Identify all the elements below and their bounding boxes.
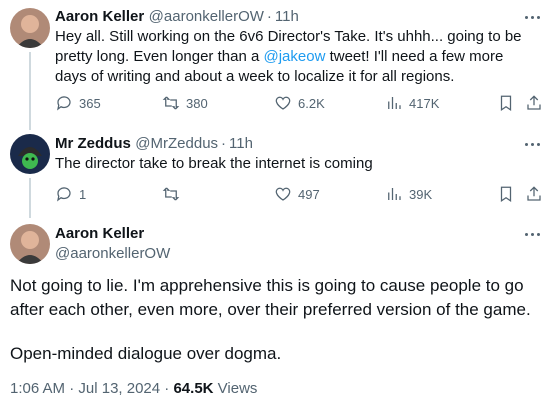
tweet-actions: 365 380 6.2K 417K: [55, 93, 541, 113]
retweet-icon: [162, 96, 180, 110]
more-options-icon[interactable]: [521, 136, 543, 152]
author-handle[interactable]: @aaronkellerOW: [55, 245, 170, 262]
views-label: Views: [217, 380, 258, 397]
author-name[interactable]: Aaron Keller: [55, 225, 144, 242]
like-button[interactable]: 497: [274, 185, 320, 203]
tweet-header: Aaron Keller @aaronkellerOW · 11h: [55, 8, 299, 25]
share-icon: [527, 186, 541, 201]
share-button[interactable]: [525, 185, 549, 203]
more-options-icon[interactable]: [521, 9, 543, 25]
views-icon: [388, 188, 401, 200]
main-tweet-paragraph-1: Not going to lie. I'm apprehensive this …: [10, 276, 531, 319]
mention-link[interactable]: @jakeow: [263, 48, 325, 65]
timestamp[interactable]: 11h: [229, 135, 253, 152]
tweet-text: The director take to break the internet …: [55, 155, 373, 172]
bookmark-button[interactable]: [497, 94, 521, 112]
heart-icon: [275, 187, 291, 201]
views-icon: [388, 97, 401, 109]
views-count: 64.5K: [173, 380, 214, 397]
avatar[interactable]: [10, 8, 50, 48]
heart-icon: [275, 96, 291, 110]
avatar[interactable]: [10, 134, 50, 174]
share-icon: [527, 95, 541, 110]
author-name[interactable]: Aaron Keller: [55, 8, 144, 25]
timestamp[interactable]: 11h: [275, 8, 299, 25]
main-tweet-paragraph-2: Open-minded dialogue over dogma.: [10, 344, 282, 363]
tweet-time[interactable]: 1:06 AM: [10, 380, 65, 397]
bookmark-icon: [500, 186, 512, 202]
views-button[interactable]: 417K: [385, 94, 439, 112]
bookmark-icon: [500, 95, 512, 111]
more-options-icon[interactable]: [521, 226, 543, 242]
share-button[interactable]: [525, 94, 549, 112]
tweet-header: Mr Zeddus @MrZeddus · 11h: [55, 135, 253, 152]
thread-line: [29, 178, 31, 218]
reply-button[interactable]: 1: [55, 185, 86, 203]
avatar[interactable]: [10, 224, 50, 264]
author-handle[interactable]: @MrZeddus: [135, 135, 218, 152]
reply-icon: [57, 187, 71, 202]
views-button[interactable]: 39K: [385, 185, 432, 203]
tweet-meta: 1:06 AM · Jul 13, 2024 · 64.5K Views: [10, 380, 258, 397]
bookmark-button[interactable]: [497, 185, 521, 203]
reply-button[interactable]: 365: [55, 94, 101, 112]
author-name[interactable]: Mr Zeddus: [55, 135, 131, 152]
reply-icon: [57, 96, 71, 111]
thread-line: [29, 52, 31, 130]
retweet-icon: [162, 187, 180, 201]
tweet-text: Hey all. Still working on the 6v6 Direct…: [55, 28, 522, 85]
retweet-button[interactable]: 380: [162, 94, 208, 112]
tweet-actions: 1 497 39K: [55, 184, 541, 204]
author-handle[interactable]: @aaronkellerOW: [149, 8, 264, 25]
like-button[interactable]: 6.2K: [274, 94, 325, 112]
tweet-date[interactable]: Jul 13, 2024: [78, 380, 160, 397]
retweet-button[interactable]: [162, 185, 186, 203]
